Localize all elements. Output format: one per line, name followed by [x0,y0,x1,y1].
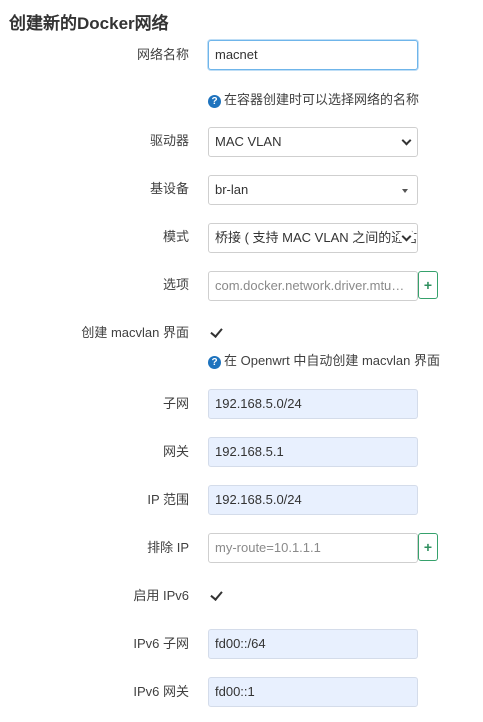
ip-range-input[interactable]: 192.168.5.0/24 [208,485,418,515]
options-placeholder: com.docker.network.driver.mtu=1500 [215,278,418,293]
create-macvlan-checkbox[interactable] [210,326,222,338]
help-icon: ? [208,356,221,369]
page-title: 创建新的Docker网络 [9,14,169,33]
exclude-ip-input[interactable]: my-route=10.1.1.1 [208,533,418,563]
network-name-input[interactable]: macnet [208,40,418,70]
ipv6-subnet-value: fd00::/64 [215,636,266,651]
ipv6-gateway-input[interactable]: fd00::1 [208,677,418,707]
enable-ipv6-checkbox[interactable] [210,589,222,601]
help-icon: ? [208,95,221,108]
options-input[interactable]: com.docker.network.driver.mtu=1500 [208,271,418,301]
parent-value: br-lan [215,182,249,197]
exclude-ip-label: 排除 IP [147,540,189,555]
network-name-label: 网络名称 [136,47,189,62]
network-name-help-text: 在容器创建时可以选择网络的名称 [224,92,420,107]
create-macvlan-label: 创建 macvlan 界面 [81,325,189,340]
create-macvlan-help: ? 在 Openwrt 中自动创建 macvlan 界面 [208,352,440,370]
subnet-label: 子网 [162,396,189,411]
mode-value: 桥接 ( 支持 MAC VLAN 之间的通信 ) [215,230,418,245]
add-option-button[interactable]: + [418,271,438,299]
create-macvlan-help-text: 在 Openwrt 中自动创建 macvlan 界面 [224,353,440,368]
parent-label: 基设备 [149,181,189,196]
network-name-help: ? 在容器创建时可以选择网络的名称 [208,91,419,109]
gateway-label: 网关 [162,444,189,459]
gateway-value: 192.168.5.1 [215,444,284,459]
subnet-value: 192.168.5.0/24 [215,396,302,411]
driver-value: MAC VLAN [215,134,282,149]
enable-ipv6-label: 启用 IPv6 [133,588,189,603]
gateway-input[interactable]: 192.168.5.1 [208,437,418,467]
ipv6-subnet-label: IPv6 子网 [133,636,189,651]
ipv6-gateway-label: IPv6 网关 [133,684,189,699]
mode-label: 模式 [162,229,189,244]
mode-select[interactable]: 桥接 ( 支持 MAC VLAN 之间的通信 ) [208,223,418,253]
driver-select[interactable]: MAC VLAN [208,127,418,157]
ip-range-value: 192.168.5.0/24 [215,492,302,507]
driver-label: 驱动器 [149,133,189,148]
chevron-down-icon [401,135,412,146]
ipv6-subnet-input[interactable]: fd00::/64 [208,629,418,659]
network-name-value: macnet [215,47,258,62]
add-exclude-ip-button[interactable]: + [418,533,438,561]
parent-select[interactable]: br-lan [208,175,418,205]
ip-range-label: IP 范围 [147,492,189,507]
exclude-ip-placeholder: my-route=10.1.1.1 [215,540,321,555]
subnet-input[interactable]: 192.168.5.0/24 [208,389,418,419]
caret-down-icon [402,189,408,193]
ipv6-gateway-value: fd00::1 [215,684,255,699]
options-label: 选项 [162,277,189,292]
